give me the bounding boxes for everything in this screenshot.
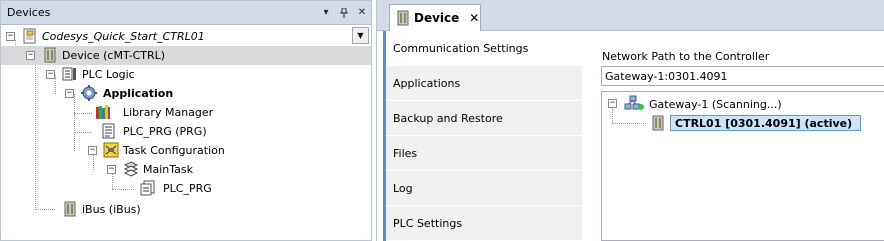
controller-label: CTRL01 [0301.4091] (active) <box>675 116 853 130</box>
tree-label-ibus: iBus (iBus) <box>82 203 141 216</box>
collapse-icon[interactable]: − <box>107 165 116 174</box>
controller-item[interactable]: CTRL01 [0301.4091] (active) <box>670 115 861 131</box>
device-editor: Device ✕ Communication Settings Applicat… <box>376 0 884 241</box>
nav-communication-settings[interactable]: Communication Settings <box>386 31 582 66</box>
network-path-label: Network Path to the Controller <box>602 50 770 63</box>
tree-label-plc-logic: PLC Logic <box>82 68 135 81</box>
tree-label-root: Codesys_Quick_Start_CTRL01 <box>42 30 205 43</box>
pane-menu-icon[interactable]: ▾ <box>317 4 335 22</box>
tree-label-task-configuration: Task Configuration <box>123 144 225 157</box>
pin-icon[interactable] <box>335 4 353 22</box>
collapse-icon[interactable]: − <box>65 89 74 98</box>
nav-applications[interactable]: Applications <box>386 66 582 101</box>
project-icon <box>22 28 38 44</box>
collapse-icon[interactable]: − <box>6 32 15 41</box>
tree-item-plc-logic[interactable]: − PLC Logic <box>1 65 371 84</box>
tree-line <box>612 123 646 124</box>
tree-item-main-task[interactable]: − MainTask <box>1 160 371 179</box>
collapse-icon[interactable]: − <box>46 70 55 79</box>
devices-header: Devices ▾ ✕ <box>1 1 371 25</box>
tree-label-application: Application <box>103 87 174 100</box>
tree-label-main-task: MainTask <box>143 163 193 176</box>
tree-label-library-manager: Library Manager <box>123 106 214 119</box>
editor-tabstrip: Device ✕ <box>377 0 884 31</box>
program-call-icon <box>140 180 156 196</box>
network-path-input[interactable] <box>601 66 884 86</box>
library-icon <box>95 104 111 120</box>
nav-files[interactable]: Files <box>386 136 582 171</box>
device-icon <box>42 47 58 63</box>
gateway-icon <box>624 95 644 111</box>
tree-label-device: Device (cMT-CTRL) <box>62 49 166 62</box>
collapse-icon[interactable]: − <box>26 51 35 60</box>
device-tree: − Codesys_Quick_Start_CTRL01 ▼ − Device … <box>1 25 371 240</box>
tree-item-task-configuration[interactable]: − Task Configuration <box>1 141 371 160</box>
device-icon <box>396 10 410 26</box>
close-tab-icon[interactable]: ✕ <box>469 11 479 25</box>
tab-label: Device <box>414 11 460 25</box>
tree-item-plc-prg[interactable]: PLC_PRG (PRG) <box>1 122 371 141</box>
settings-nav: Communication Settings Applications Back… <box>383 31 582 241</box>
tree-label-plc-prg: PLC_PRG (PRG) <box>123 125 207 138</box>
root-dropdown-button[interactable]: ▼ <box>352 27 369 44</box>
tree-item-ibus[interactable]: iBus (iBus) <box>1 200 371 219</box>
tree-label-program-call: PLC_PRG <box>163 182 212 195</box>
task-configuration-icon <box>103 142 119 158</box>
ibus-device-icon <box>62 201 78 217</box>
nav-plc-settings[interactable]: PLC Settings <box>386 206 582 241</box>
task-icon <box>123 161 139 177</box>
collapse-icon[interactable]: − <box>608 99 617 108</box>
tree-item-library-manager[interactable]: Library Manager <box>1 103 371 122</box>
tab-device[interactable]: Device ✕ <box>389 4 481 31</box>
controller-icon <box>650 115 666 131</box>
program-icon <box>101 123 117 139</box>
close-pane-icon[interactable]: ✕ <box>353 4 371 22</box>
tree-item-device[interactable]: − Device (cMT-CTRL) <box>1 46 371 65</box>
devices-title: Devices <box>7 6 51 19</box>
nav-log[interactable]: Log <box>386 171 582 206</box>
devices-pane: Devices ▾ ✕ − Codesys_Quick_Start_CTRL01… <box>0 0 372 241</box>
tree-item-application[interactable]: − Application <box>1 84 371 103</box>
nav-backup-and-restore[interactable]: Backup and Restore <box>386 101 582 136</box>
tree-line <box>612 109 613 123</box>
communication-settings-panel: Network Path to the Controller − Gateway… <box>601 31 884 241</box>
gateway-label: Gateway-1 (Scanning...) <box>649 98 782 111</box>
application-gear-icon <box>81 85 97 101</box>
tree-item-root[interactable]: − Codesys_Quick_Start_CTRL01 <box>1 27 371 46</box>
tree-item-program-call[interactable]: PLC_PRG <box>1 179 371 198</box>
network-scan-tree: − Gateway-1 (Scanning...) CTRL01 [0301.4… <box>601 91 884 241</box>
collapse-icon[interactable]: − <box>88 146 97 155</box>
plc-logic-icon <box>62 66 78 82</box>
